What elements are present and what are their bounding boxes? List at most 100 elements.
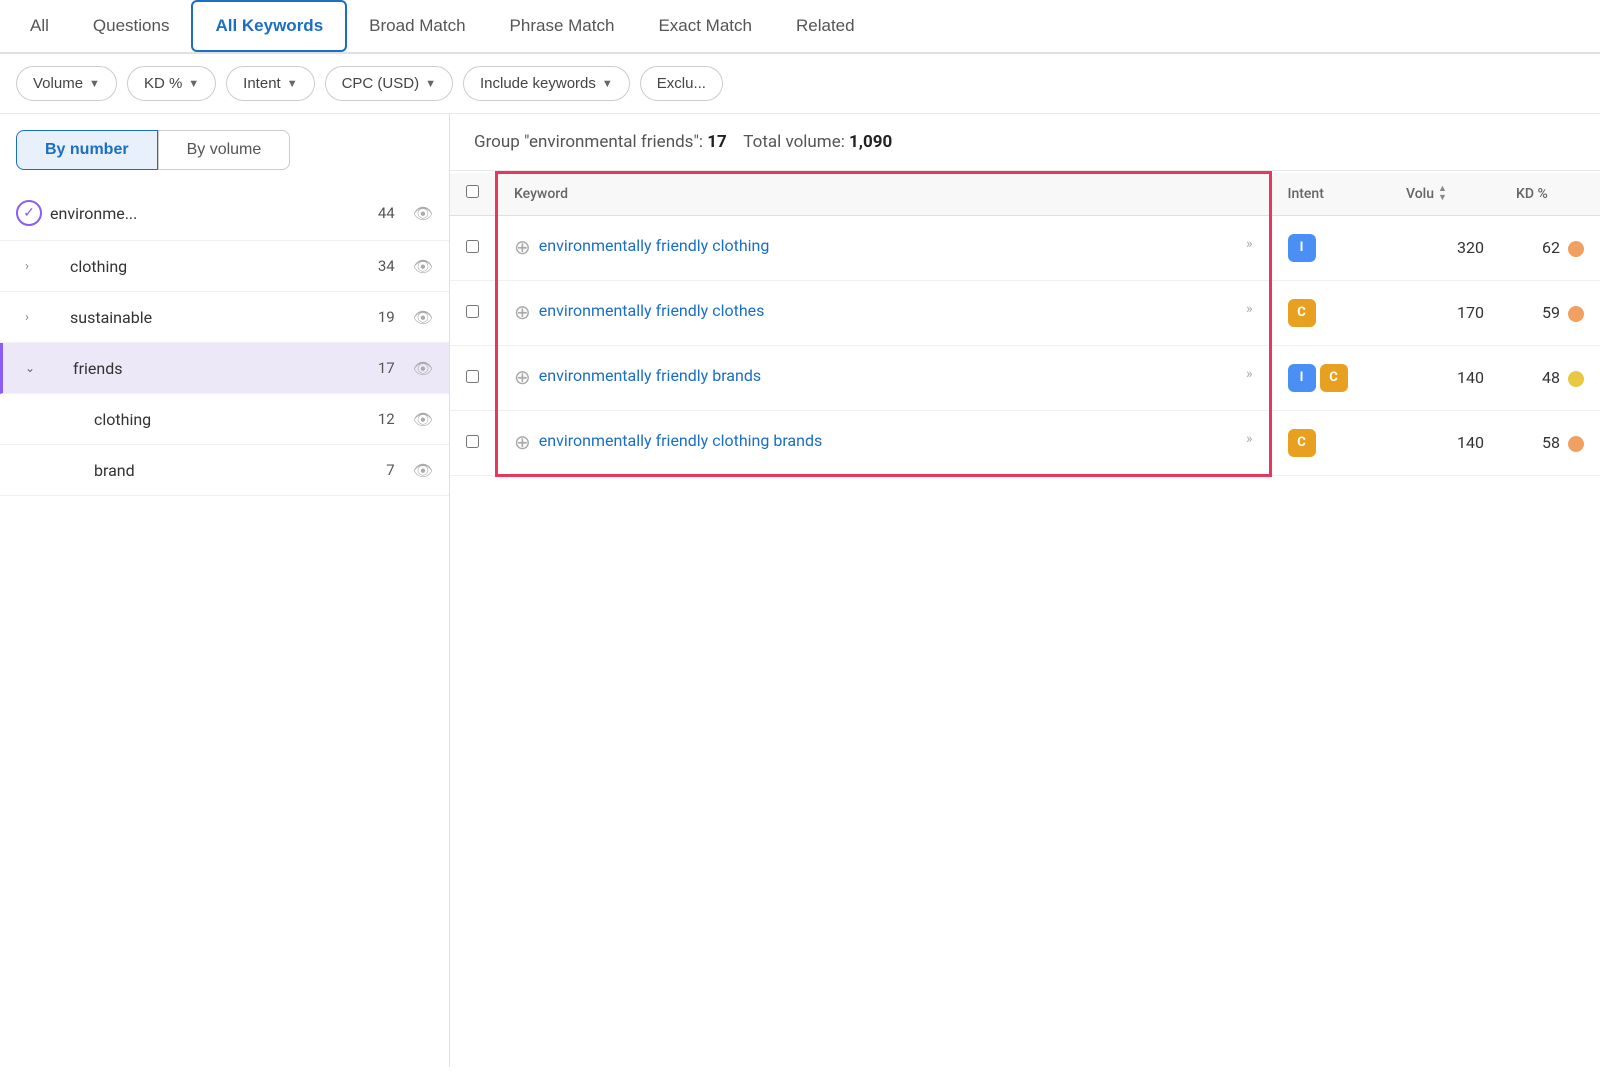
- sort-buttons: By number By volume: [0, 114, 449, 186]
- filter-kd[interactable]: KD % ▼: [127, 66, 216, 101]
- row-checkbox-cell: [450, 410, 497, 475]
- th-check: [450, 173, 497, 216]
- intent-cell: IC: [1270, 345, 1390, 410]
- filter-volume[interactable]: Volume ▼: [16, 66, 117, 101]
- intent-badge: I: [1288, 364, 1316, 392]
- sort-by-number[interactable]: By number: [16, 130, 158, 170]
- sidebar-item-environme[interactable]: ✓ environme... 44 👁: [0, 186, 449, 241]
- volume-value: 320: [1406, 238, 1484, 257]
- sidebar: By number By volume ✓ environme... 44 👁 …: [0, 114, 450, 1067]
- volume-cell: 140: [1390, 410, 1500, 475]
- th-volume[interactable]: Volu ▲▼: [1390, 173, 1500, 216]
- kd-cell: 59: [1500, 280, 1600, 345]
- keyword-link[interactable]: ⊕environmentally friendly brands»: [514, 366, 1253, 389]
- sidebar-item-clothing[interactable]: › clothing 34 👁: [0, 241, 449, 292]
- kd-cell: 62: [1500, 215, 1600, 280]
- select-all-checkbox[interactable]: [466, 185, 479, 198]
- intent-cell: C: [1270, 280, 1390, 345]
- filter-include[interactable]: Include keywords ▼: [463, 66, 630, 101]
- kd-cell: 48: [1500, 345, 1600, 410]
- volume-value: 140: [1406, 433, 1484, 452]
- sidebar-item-sustainable[interactable]: › sustainable 19 👁: [0, 292, 449, 343]
- table-row: ⊕environmentally friendly brands»IC14048: [450, 345, 1600, 410]
- plus-circle-icon: ⊕: [514, 300, 531, 324]
- sidebar-item-count: 17: [378, 359, 395, 377]
- sidebar-item-brand[interactable]: brand 7 👁: [0, 445, 449, 496]
- eye-icon[interactable]: 👁: [413, 461, 433, 480]
- eye-icon[interactable]: 👁: [413, 410, 433, 429]
- filter-exclude[interactable]: Exclu...: [640, 66, 723, 101]
- row-checkbox-cell: [450, 215, 497, 280]
- keyword-table: Keyword Intent Volu ▲▼: [450, 171, 1600, 477]
- sidebar-item-count: 44: [378, 204, 395, 222]
- tab-phrase-match[interactable]: Phrase Match: [488, 2, 637, 53]
- plus-circle-icon: ⊕: [514, 430, 531, 454]
- row-checkbox[interactable]: [466, 435, 479, 448]
- eye-icon[interactable]: 👁: [413, 359, 433, 378]
- sort-arrows-icon: ▲▼: [1438, 185, 1447, 203]
- sidebar-item-friends[interactable]: ⌄ friends 17 👁: [0, 343, 449, 394]
- row-checkbox-cell: [450, 345, 497, 410]
- intent-badge: I: [1288, 234, 1316, 262]
- tab-broad-match[interactable]: Broad Match: [347, 2, 487, 53]
- sidebar-item-count: 12: [378, 410, 395, 428]
- row-checkbox-cell: [450, 280, 497, 345]
- chevron-down-icon: ⌄: [19, 357, 41, 379]
- eye-icon[interactable]: 👁: [413, 257, 433, 276]
- kd-value: 62: [1542, 238, 1560, 257]
- th-kd: KD %: [1500, 173, 1600, 216]
- tab-questions[interactable]: Questions: [71, 2, 192, 53]
- tab-bar: All Questions All Keywords Broad Match P…: [0, 0, 1600, 54]
- keyword-cell: ⊕environmentally friendly clothing brand…: [497, 410, 1271, 475]
- keyword-cell: ⊕environmentally friendly clothes»: [497, 280, 1271, 345]
- chevron-down-icon: ▼: [89, 78, 100, 90]
- keyword-link[interactable]: ⊕environmentally friendly clothing brand…: [514, 431, 1253, 454]
- kd-value: 58: [1542, 433, 1560, 452]
- kd-indicator-dot: [1568, 436, 1584, 452]
- table-row: ⊕environmentally friendly clothing brand…: [450, 410, 1600, 475]
- chevron-down-icon: ▼: [287, 78, 298, 90]
- row-checkbox[interactable]: [466, 370, 479, 383]
- keyword-text: environmentally friendly clothing: [539, 236, 1238, 255]
- chevron-right-icon: ›: [16, 306, 38, 328]
- group-header: Group "environmental friends": 17 Total …: [450, 114, 1600, 171]
- content-area: Group "environmental friends": 17 Total …: [450, 114, 1600, 1067]
- row-checkbox[interactable]: [466, 305, 479, 318]
- volume-cell: 140: [1390, 345, 1500, 410]
- intent-badge: C: [1288, 299, 1316, 327]
- table-row: ⊕environmentally friendly clothes»C17059: [450, 280, 1600, 345]
- row-checkbox[interactable]: [466, 240, 479, 253]
- sidebar-item-count: 34: [378, 257, 395, 275]
- filter-cpc[interactable]: CPC (USD) ▼: [325, 66, 453, 101]
- th-keyword: Keyword: [497, 173, 1271, 216]
- sort-by-volume[interactable]: By volume: [158, 130, 291, 170]
- double-arrow-icon: »: [1246, 301, 1253, 317]
- eye-icon[interactable]: 👁: [413, 204, 433, 223]
- eye-icon[interactable]: 👁: [413, 308, 433, 327]
- sidebar-item-clothing2[interactable]: clothing 12 👁: [0, 394, 449, 445]
- kd-value: 59: [1542, 303, 1560, 322]
- chevron-down-icon: ▼: [188, 78, 199, 90]
- sidebar-item-count: 19: [378, 308, 395, 326]
- tab-all-keywords[interactable]: All Keywords: [191, 0, 347, 52]
- tab-exact-match[interactable]: Exact Match: [636, 2, 774, 53]
- tab-related[interactable]: Related: [774, 2, 877, 53]
- intent-badge: C: [1320, 364, 1348, 392]
- sidebar-item-label: friends: [73, 359, 370, 378]
- sidebar-item-label: brand: [94, 461, 378, 480]
- keyword-text: environmentally friendly brands: [539, 366, 1238, 385]
- keyword-link[interactable]: ⊕environmentally friendly clothing»: [514, 236, 1253, 259]
- keyword-link[interactable]: ⊕environmentally friendly clothes»: [514, 301, 1253, 324]
- intent-cell: C: [1270, 410, 1390, 475]
- sidebar-item-label: clothing: [70, 257, 370, 276]
- filter-bar: Volume ▼ KD % ▼ Intent ▼ CPC (USD) ▼ Inc…: [0, 54, 1600, 114]
- chevron-down-icon: ▼: [425, 78, 436, 90]
- chevron-right-icon: ›: [16, 255, 38, 277]
- tab-all[interactable]: All: [8, 2, 71, 53]
- spacer-icon: [16, 459, 38, 481]
- table-row: ⊕environmentally friendly clothing» I 320 6…: [450, 215, 1600, 280]
- intent-badge: C: [1288, 429, 1316, 457]
- kd-indicator-dot: [1568, 241, 1584, 257]
- filter-intent[interactable]: Intent ▼: [226, 66, 314, 101]
- table-wrapper: Keyword Intent Volu ▲▼: [450, 171, 1600, 477]
